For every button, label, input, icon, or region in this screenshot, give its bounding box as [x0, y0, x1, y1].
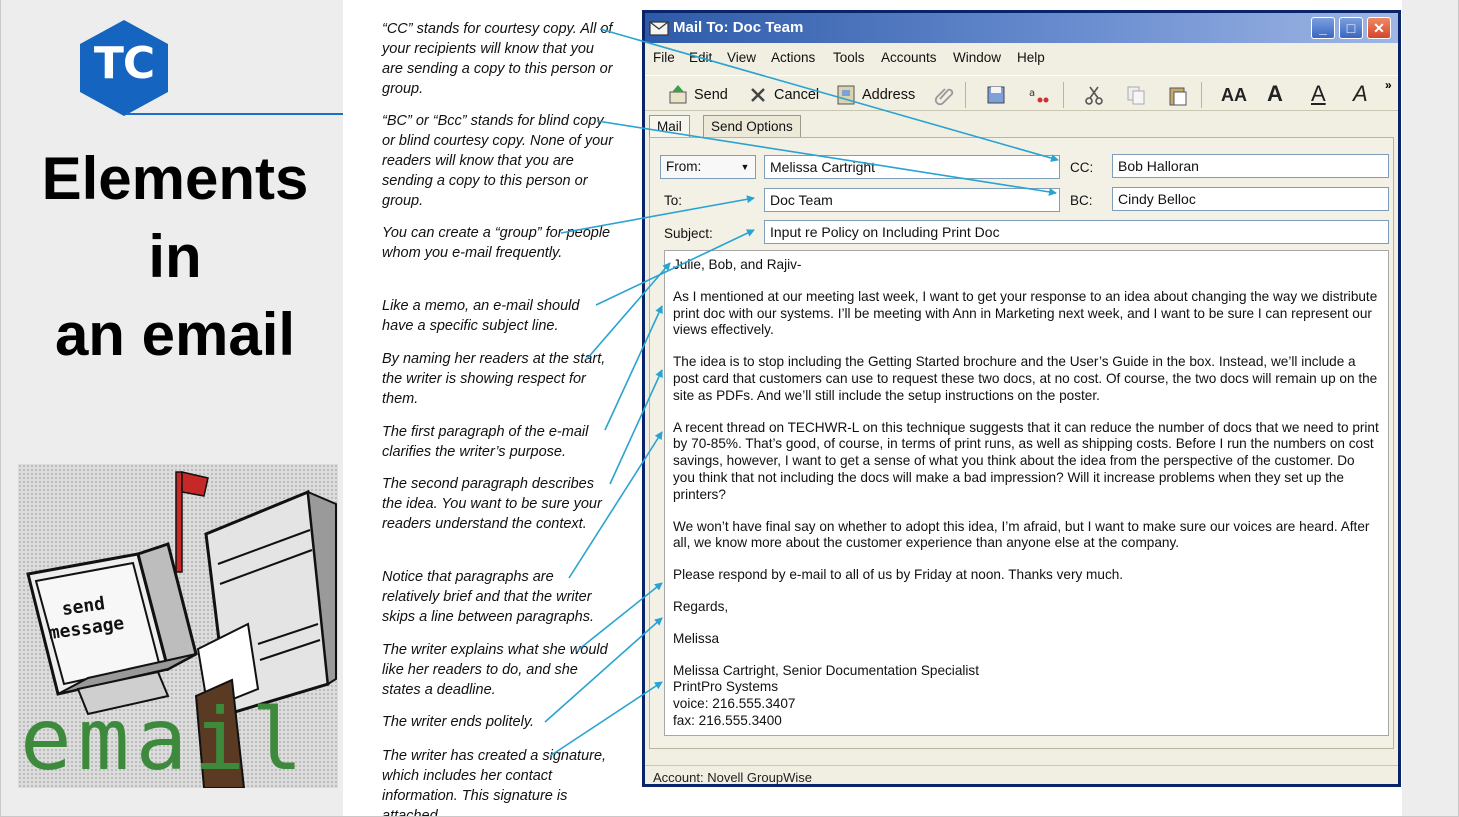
minimize-button[interactable]: _ [1311, 17, 1335, 39]
to-field[interactable]: Doc Team [764, 188, 1060, 212]
status-bar: Account: Novell GroupWise [645, 765, 1398, 784]
body-closing: Regards, [673, 598, 729, 614]
cc-label: CC: [1070, 160, 1094, 175]
menu-window[interactable]: Window [953, 50, 1001, 65]
from-dropdown[interactable]: From: ▼ [660, 155, 756, 179]
maximize-button[interactable]: □ [1339, 17, 1363, 39]
message-body[interactable]: Julie, Bob, and Rajiv- As I mentioned at… [664, 250, 1389, 736]
copy-icon[interactable] [1125, 84, 1147, 106]
annotation-cc: “CC” stands for courtesy copy. All of yo… [382, 21, 613, 97]
menu-view[interactable]: View [727, 50, 756, 65]
address-book-icon [837, 85, 855, 105]
toolbar-separator [1201, 82, 1202, 108]
body-paragraph-4: We won’t have final say on whether to ad… [673, 518, 1370, 551]
toolbar-overflow-icon[interactable]: » [1385, 78, 1392, 92]
send-icon [669, 85, 687, 104]
annotation-bc: “BC” or “Bcc” stands for blind copy or b… [382, 113, 614, 209]
subject-label: Subject: [664, 226, 713, 241]
slide-right-margin [1402, 0, 1459, 817]
tc-logo-text: TC [93, 38, 155, 89]
annotation-polite-ending: The writer ends politely. [382, 714, 535, 730]
cancel-button[interactable]: Cancel [747, 82, 819, 108]
subject-field[interactable]: Input re Policy on Including Print Doc [764, 220, 1389, 244]
body-paragraph-2: The idea is to stop including the Gettin… [673, 354, 1378, 403]
menu-tools[interactable]: Tools [833, 50, 865, 65]
tab-send-options[interactable]: Send Options [703, 115, 801, 137]
tab-strip: Mail Send Options [645, 113, 1398, 137]
annotation-brief-paragraphs: Notice that paragraphs are relatively br… [382, 569, 594, 625]
annotation-subject: Like a memo, an e-mail should have a spe… [382, 298, 580, 334]
body-paragraph-5: Please respond by e-mail to all of us by… [673, 567, 1124, 583]
toolbar: Send Cancel Address a AA A A A » [645, 75, 1398, 111]
address-label: Address [862, 87, 916, 103]
menu-bar: File Edit View Actions Tools Accounts Wi… [645, 47, 1398, 69]
to-label: To: [664, 193, 683, 208]
annotation-second-paragraph: The second paragraph describes the idea.… [382, 476, 602, 532]
save-icon[interactable] [985, 84, 1007, 106]
signature-line: Melissa Cartright, Senior Documentation … [673, 662, 979, 678]
cc-field[interactable]: Bob Halloran [1112, 154, 1389, 178]
annotation-signature: The writer has created a signature, whic… [382, 748, 607, 817]
svg-text:a: a [1029, 88, 1035, 99]
body-paragraph-1: As I mentioned at our meeting last week,… [673, 288, 1378, 338]
title-bar[interactable]: Mail To: Doc Team _ □ ✕ [645, 13, 1398, 43]
email-word-art: email [20, 690, 309, 790]
paste-icon[interactable] [1167, 84, 1189, 106]
chevron-down-icon: ▼ [740, 162, 750, 172]
bold-button[interactable]: A [1267, 81, 1283, 107]
body-name: Melissa [673, 630, 720, 646]
send-label: Send [694, 87, 728, 103]
window-title: Mail To: Doc Team [673, 19, 804, 36]
body-greeting: Julie, Bob, and Rajiv- [673, 257, 802, 272]
title-line-3: an email [54, 301, 296, 368]
from-label: From: [666, 159, 702, 174]
attach-icon[interactable] [933, 84, 955, 106]
title-line-1: Elements [41, 145, 309, 212]
annotation-greeting: By naming her readers at the start, the … [382, 351, 606, 407]
menu-accounts[interactable]: Accounts [881, 50, 937, 65]
slide-title: Elements in an email [20, 140, 330, 374]
signature-line: fax: 216.555.3400 [673, 712, 782, 728]
font-size-button[interactable]: AA [1221, 85, 1247, 106]
annotation-group: You can create a “group” for people whom… [382, 225, 611, 261]
mail-envelope-icon [649, 21, 669, 36]
mail-window: Mail To: Doc Team _ □ ✕ File Edit View A… [642, 10, 1401, 787]
compose-form: From: ▼ Melissa Cartright To: Doc Team S… [649, 137, 1394, 749]
body-paragraph-3: A recent thread on TECHWR-L on this tech… [673, 419, 1379, 502]
signature-line: PrintPro Systems [673, 679, 778, 695]
signature-line: voice: 216.555.3407 [673, 696, 796, 712]
toolbar-separator [1063, 82, 1064, 108]
cancel-icon [751, 88, 765, 102]
menu-help[interactable]: Help [1017, 50, 1045, 65]
logo-divider-line [126, 113, 343, 115]
tab-mail[interactable]: Mail [649, 115, 690, 137]
menu-actions[interactable]: Actions [771, 50, 815, 65]
underline-button[interactable]: A [1311, 81, 1326, 107]
menu-file[interactable]: File [653, 50, 675, 65]
close-button[interactable]: ✕ [1367, 17, 1391, 39]
title-line-2: in [148, 223, 202, 290]
toolbar-separator [965, 82, 966, 108]
from-field[interactable]: Melissa Cartright [764, 155, 1060, 179]
signature-block: Melissa Cartright, Senior Documentation … [673, 663, 1380, 730]
bc-field[interactable]: Cindy Belloc [1112, 187, 1389, 211]
cancel-label: Cancel [774, 87, 820, 103]
menu-edit[interactable]: Edit [689, 50, 712, 65]
cut-icon[interactable] [1083, 84, 1105, 106]
spell-check-icon[interactable]: a [1027, 84, 1049, 106]
bc-label: BC: [1070, 193, 1093, 208]
address-button[interactable]: Address [835, 82, 915, 108]
annotation-deadline: The writer explains what she would like … [382, 642, 608, 698]
send-button[interactable]: Send [667, 82, 728, 108]
italic-button[interactable]: A [1353, 81, 1368, 107]
annotation-first-paragraph: The first paragraph of the e-mail clarif… [382, 424, 589, 460]
